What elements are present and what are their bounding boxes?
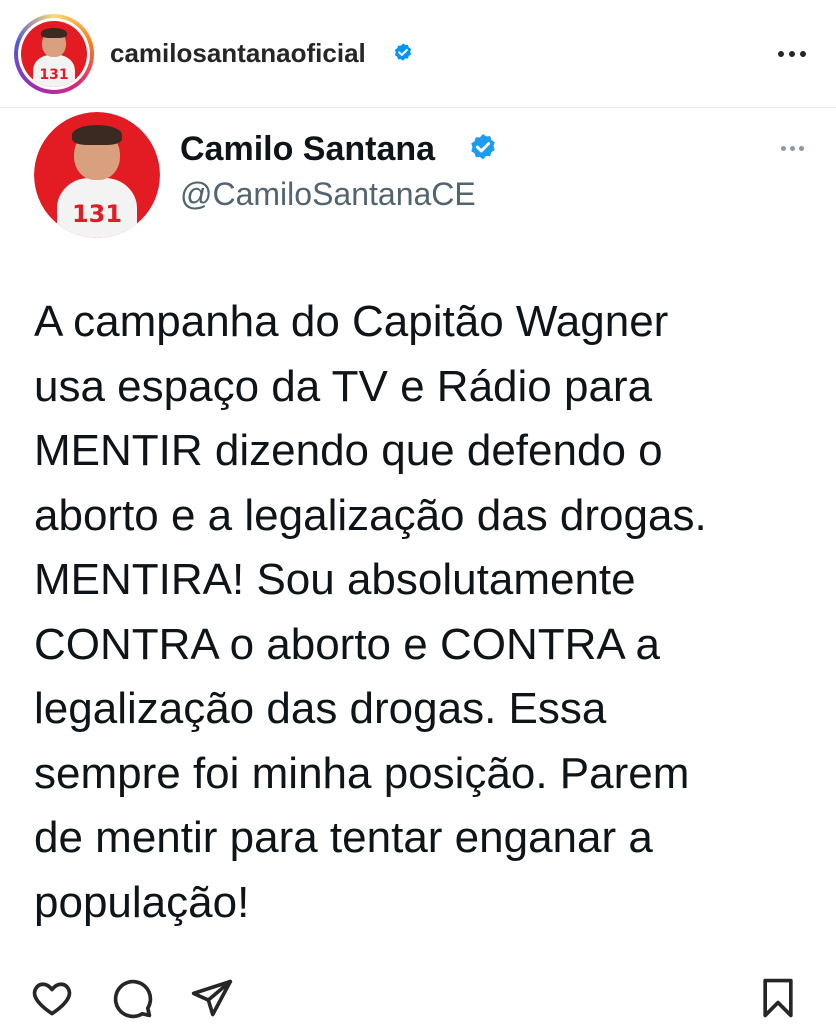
avatar-badge-number: 131 (71, 199, 123, 228)
tweet-card: 131 Camilo Santana @CamiloSantanaCE A ca… (0, 108, 836, 958)
send-icon[interactable] (190, 976, 234, 1020)
tweet-author-handle: @CamiloSantanaCE (180, 176, 476, 212)
post-username[interactable]: camilosantanaoficial (110, 38, 366, 69)
bookmark-icon[interactable] (756, 976, 800, 1020)
avatar-photo: 131 (34, 112, 160, 238)
avatar-photo: 131 (21, 21, 87, 87)
post-options-icon[interactable] (770, 40, 814, 68)
post-header: 131 camilosantanaoficial (0, 0, 836, 108)
comment-icon[interactable] (110, 976, 154, 1020)
tweet-options-icon (772, 138, 812, 158)
avatar-badge-number: 131 (39, 67, 69, 84)
verified-badge-icon (392, 42, 414, 64)
tweet-author-name: Camilo Santana (180, 130, 436, 168)
tweet-text: A campanha do Capitão Wagner usa espaço … (34, 297, 707, 927)
heart-icon[interactable] (30, 976, 74, 1020)
profile-avatar[interactable]: 131 (18, 18, 90, 90)
profile-avatar-story-ring[interactable]: 131 (14, 14, 94, 94)
tweet-author-avatar: 131 (34, 112, 160, 238)
verified-badge-icon (467, 132, 499, 164)
post-action-bar (0, 968, 836, 1024)
